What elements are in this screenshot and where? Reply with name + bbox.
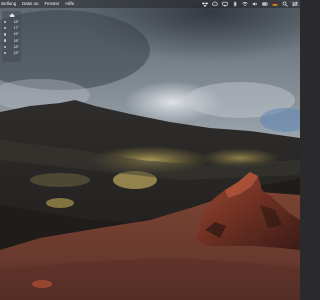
weather-condition-icon xyxy=(4,45,7,49)
forecast-temp: 18° xyxy=(13,50,19,55)
creative-cloud-icon[interactable] xyxy=(212,1,218,7)
weather-widget[interactable]: 18° 17° 16° 18° 18° 18° xyxy=(2,11,21,62)
weather-condition-icon xyxy=(4,27,7,30)
weather-condition-icon xyxy=(4,33,7,36)
menu-item-hilfe[interactable]: Hilfe xyxy=(65,0,74,8)
menu-item-datei[interactable]: Datei ou xyxy=(22,0,38,8)
control-center-icon[interactable] xyxy=(292,1,298,7)
menu-item-einstellung[interactable]: stellung xyxy=(1,0,16,8)
menu-bar: stellung Datei ou Fenster Hilfe xyxy=(0,0,300,8)
bluetooth-icon[interactable] xyxy=(232,1,238,7)
menu-item-fenster[interactable]: Fenster xyxy=(45,0,60,8)
flag-icon[interactable] xyxy=(272,1,278,7)
search-icon[interactable] xyxy=(282,1,288,7)
desktop-wallpaper xyxy=(0,0,300,300)
wifi-icon[interactable] xyxy=(242,1,248,7)
weather-condition-icon xyxy=(4,51,7,55)
cloud-icon xyxy=(9,13,15,18)
status-menu-extras xyxy=(202,0,298,8)
volume-icon[interactable] xyxy=(252,1,258,7)
forecast-row: 18° xyxy=(3,50,20,56)
dropbox-icon[interactable] xyxy=(202,1,208,7)
weather-condition-icon xyxy=(4,39,7,42)
weather-condition-icon xyxy=(4,20,7,24)
display-icon[interactable] xyxy=(222,1,228,7)
battery-icon[interactable] xyxy=(262,1,268,7)
app-menus: stellung Datei ou Fenster Hilfe xyxy=(0,0,74,8)
